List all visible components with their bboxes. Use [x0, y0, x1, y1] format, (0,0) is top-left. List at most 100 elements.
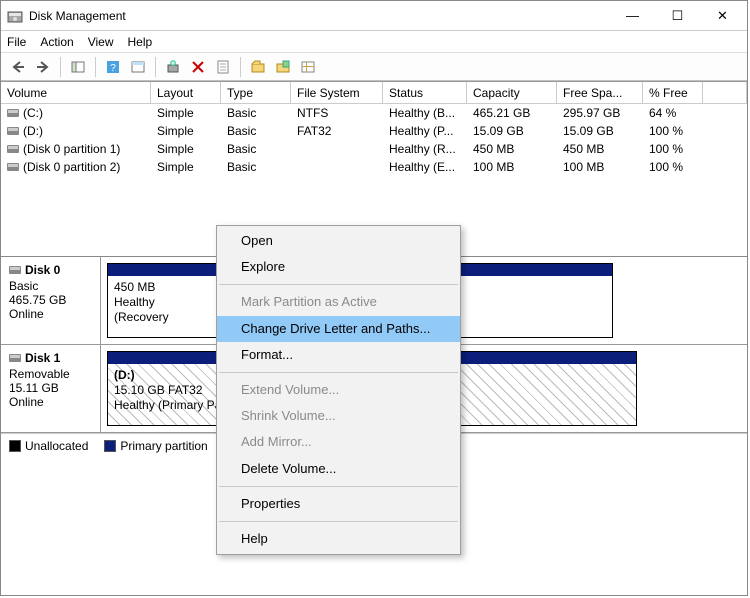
col-status[interactable]: Status — [383, 82, 467, 103]
help-button[interactable]: ? — [102, 56, 124, 78]
volume-name: (Disk 0 partition 2) — [23, 160, 120, 174]
volume-status: Healthy (R... — [383, 141, 467, 157]
disk-kind: Removable — [9, 367, 92, 381]
table-row[interactable]: (D:) Simple Basic FAT32 Healthy (P... 15… — [1, 122, 747, 140]
delete-button[interactable] — [187, 56, 209, 78]
menubar: File Action View Help — [1, 31, 747, 53]
disk-icon — [7, 127, 19, 135]
partition-line2: Healthy (Recovery — [114, 295, 210, 325]
partition[interactable]: 450 MB Healthy (Recovery — [107, 263, 217, 338]
volume-capacity: 465.21 GB — [467, 105, 557, 121]
volume-columns: Volume Layout Type File System Status Ca… — [1, 82, 747, 104]
col-type[interactable]: Type — [221, 82, 291, 103]
action2-button[interactable] — [272, 56, 294, 78]
volume-free: 450 MB — [557, 141, 643, 157]
col-filesystem[interactable]: File System — [291, 82, 383, 103]
volume-layout: Simple — [151, 141, 221, 157]
disk-kind: Basic — [9, 279, 92, 293]
disk-id: Disk 0 — [25, 263, 60, 277]
volume-name: (Disk 0 partition 1) — [23, 142, 120, 156]
action3-button[interactable] — [297, 56, 319, 78]
context-menu[interactable]: OpenExplore Mark Partition as ActiveChang… — [216, 225, 461, 555]
volume-layout: Simple — [151, 123, 221, 139]
maximize-button[interactable]: ☐ — [655, 2, 700, 30]
volume-status: Healthy (P... — [383, 123, 467, 139]
volume-free: 100 MB — [557, 159, 643, 175]
volume-pct: 100 % — [643, 141, 703, 157]
disk-icon — [9, 354, 21, 362]
menu-view[interactable]: View — [88, 35, 114, 49]
back-button[interactable] — [7, 56, 29, 78]
disk-icon — [7, 109, 19, 117]
menu-item: Extend Volume... — [217, 377, 460, 403]
table-row[interactable]: (Disk 0 partition 1) Simple Basic Health… — [1, 140, 747, 158]
close-button[interactable]: ✕ — [700, 2, 745, 30]
col-volume[interactable]: Volume — [1, 82, 151, 103]
properties-button[interactable] — [212, 56, 234, 78]
action1-button[interactable] — [247, 56, 269, 78]
volume-fs — [291, 166, 383, 168]
toolbar: ? — [1, 53, 747, 81]
titlebar: Disk Management — ☐ ✕ — [1, 1, 747, 31]
disk-icon — [7, 145, 19, 153]
volume-pct: 100 % — [643, 159, 703, 175]
toolbar-separator — [60, 57, 61, 77]
refresh-button[interactable] — [162, 56, 184, 78]
volume-status: Healthy (B... — [383, 105, 467, 121]
menu-item[interactable]: Help — [217, 526, 460, 552]
menu-separator — [219, 372, 458, 373]
menu-item[interactable]: Delete Volume... — [217, 456, 460, 482]
toolbar-separator — [155, 57, 156, 77]
volume-status: Healthy (E... — [383, 159, 467, 175]
menu-item[interactable]: Open — [217, 228, 460, 254]
menu-item: Mark Partition as Active — [217, 289, 460, 315]
forward-button[interactable] — [32, 56, 54, 78]
volume-fs: FAT32 — [291, 123, 383, 139]
menu-item[interactable]: Format... — [217, 342, 460, 368]
disk-size: 15.11 GB — [9, 381, 92, 395]
volume-type: Basic — [221, 105, 291, 121]
settings-button[interactable] — [127, 56, 149, 78]
toolbar-separator — [95, 57, 96, 77]
disk-size: 465.75 GB — [9, 293, 92, 307]
volume-type: Basic — [221, 159, 291, 175]
legend-swatch-unallocated — [9, 440, 21, 452]
volume-free: 15.09 GB — [557, 123, 643, 139]
window-title: Disk Management — [29, 9, 610, 23]
menu-item[interactable]: Change Drive Letter and Paths... — [217, 316, 460, 342]
volume-pct: 100 % — [643, 123, 703, 139]
volume-fs — [291, 148, 383, 150]
show-hide-button[interactable] — [67, 56, 89, 78]
toolbar-separator — [240, 57, 241, 77]
col-pctfree[interactable]: % Free — [643, 82, 703, 103]
menu-item[interactable]: Explore — [217, 254, 460, 280]
minimize-button[interactable]: — — [610, 2, 655, 30]
menu-separator — [219, 486, 458, 487]
svg-text:?: ? — [110, 63, 116, 74]
col-free[interactable]: Free Spa... — [557, 82, 643, 103]
menu-help[interactable]: Help — [128, 35, 153, 49]
menu-file[interactable]: File — [7, 35, 26, 49]
volume-capacity: 450 MB — [467, 141, 557, 157]
disk-label: Disk 1 Removable 15.11 GB Online — [1, 345, 101, 432]
menu-action[interactable]: Action — [40, 35, 73, 49]
volume-type: Basic — [221, 123, 291, 139]
legend-primary: Primary partition — [120, 439, 207, 453]
menu-item: Shrink Volume... — [217, 403, 460, 429]
table-row[interactable]: (Disk 0 partition 2) Simple Basic Health… — [1, 158, 747, 176]
legend-unallocated: Unallocated — [25, 439, 88, 453]
col-capacity[interactable]: Capacity — [467, 82, 557, 103]
col-layout[interactable]: Layout — [151, 82, 221, 103]
volume-layout: Simple — [151, 159, 221, 175]
disk-state: Online — [9, 307, 92, 321]
volume-capacity: 15.09 GB — [467, 123, 557, 139]
legend-swatch-primary — [104, 440, 116, 452]
volume-pct: 64 % — [643, 105, 703, 121]
app-icon — [7, 8, 23, 24]
volume-type: Basic — [221, 141, 291, 157]
menu-item: Add Mirror... — [217, 429, 460, 455]
table-row[interactable]: (C:) Simple Basic NTFS Healthy (B... 465… — [1, 104, 747, 122]
menu-item[interactable]: Properties — [217, 491, 460, 517]
disk-icon — [7, 163, 19, 171]
volume-name: (D:) — [23, 124, 43, 138]
